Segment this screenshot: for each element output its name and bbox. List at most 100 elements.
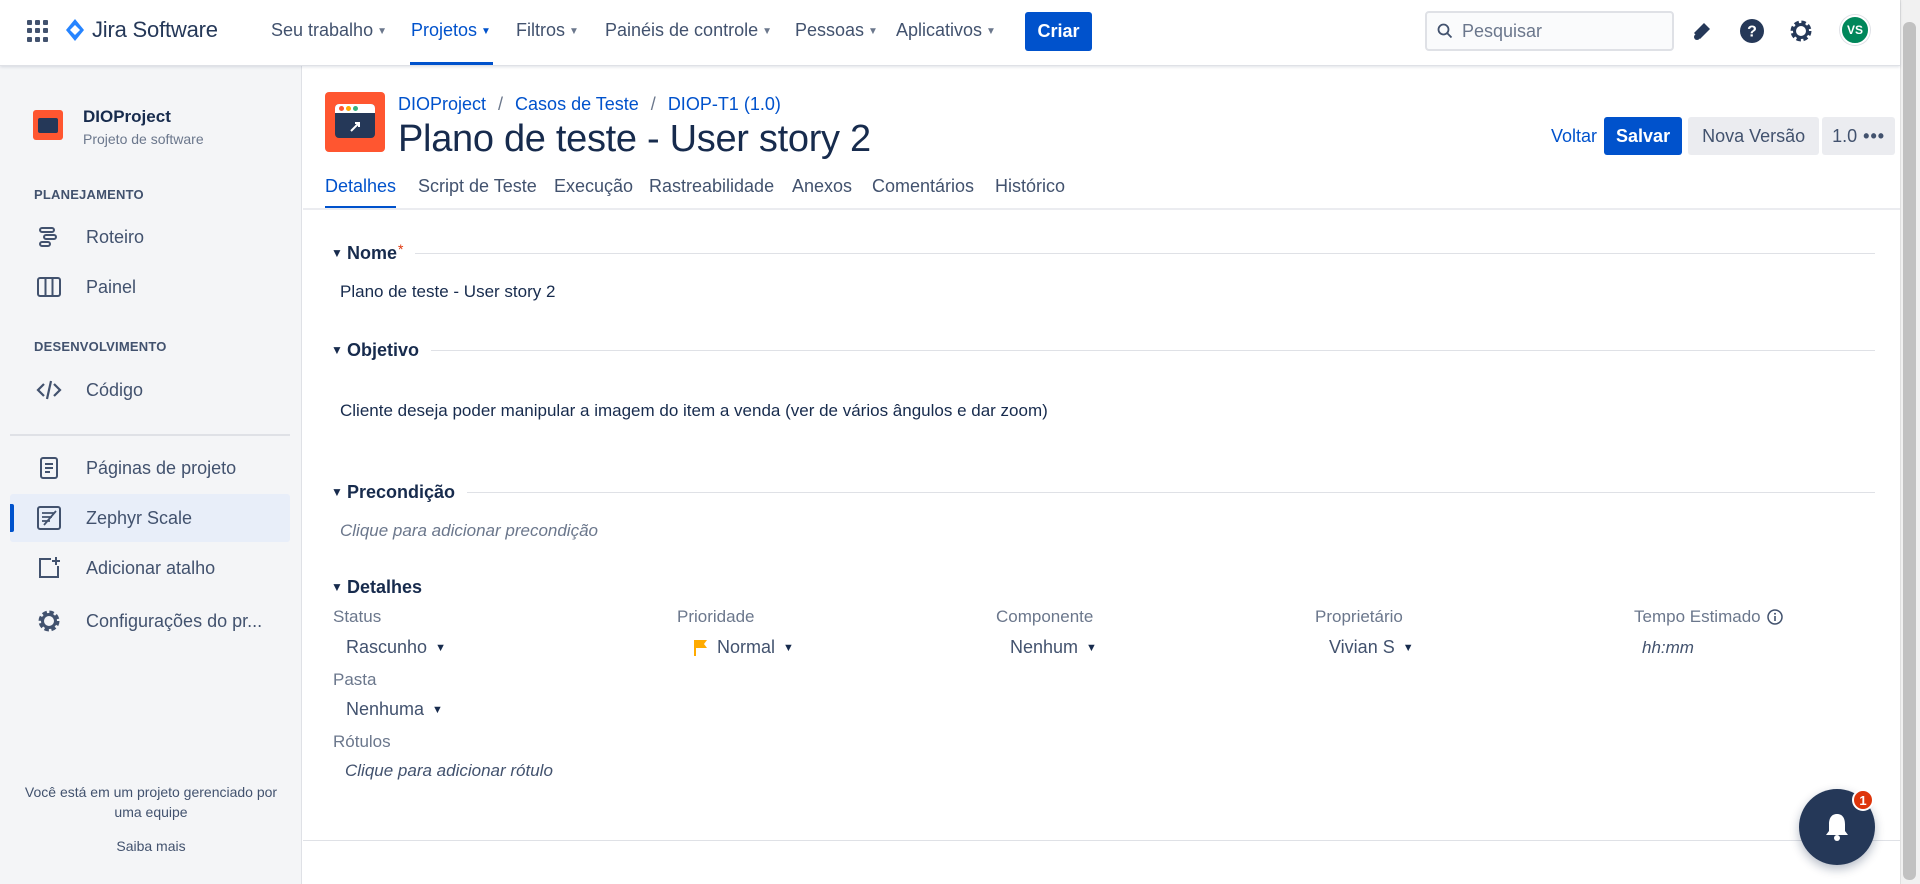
active-nav-indicator: [410, 62, 493, 65]
section-header[interactable]: ▼ Nome *: [325, 241, 1875, 265]
version-menu-button[interactable]: 1.0 •••: [1822, 117, 1896, 155]
status-select[interactable]: Rascunho ▼: [346, 637, 446, 658]
sidebar-item-roteiro[interactable]: Roteiro: [10, 213, 290, 261]
breadcrumb-test-case-key[interactable]: DIOP-T1 (1.0): [668, 94, 781, 115]
sidebar-item-codigo[interactable]: Código: [10, 366, 290, 414]
search-box[interactable]: [1425, 11, 1674, 51]
help-icon[interactable]: ?: [1738, 17, 1766, 45]
scrollbar-thumb[interactable]: [1903, 22, 1916, 880]
folder-select[interactable]: Nenhuma ▼: [346, 699, 443, 720]
tab-detalhes[interactable]: Detalhes: [325, 176, 396, 197]
question-icon: ?: [1740, 19, 1764, 43]
nav-pessoas[interactable]: Pessoas ▼: [795, 20, 878, 41]
add-shortcut-icon: [34, 553, 64, 583]
nav-aplicativos[interactable]: Aplicativos ▼: [896, 20, 996, 41]
project-avatar-icon[interactable]: [33, 110, 63, 140]
save-button[interactable]: Salvar: [1604, 117, 1683, 155]
nav-label: Pessoas: [795, 20, 865, 40]
nav-label: Painéis de controle: [605, 20, 759, 40]
zephyr-icon: [34, 503, 64, 533]
sidebar-item-painel[interactable]: Painel: [10, 263, 290, 311]
back-link[interactable]: Voltar: [1551, 126, 1597, 147]
breadcrumb-separator: /: [650, 94, 656, 114]
chevron-down-icon: ▼: [569, 26, 579, 37]
gear-icon: [1790, 20, 1812, 42]
roadmap-icon: [34, 222, 64, 252]
tab-historico[interactable]: Histórico: [995, 176, 1065, 197]
apps-grid-icon[interactable]: [27, 20, 49, 42]
settings-icon[interactable]: [1787, 17, 1815, 45]
objective-field[interactable]: Cliente deseja poder manipular a imagem …: [340, 401, 1048, 421]
jira-logo[interactable]: Jira Software: [64, 17, 218, 43]
nav-filtros[interactable]: Filtros ▼: [516, 20, 579, 41]
section-header[interactable]: ▼ Precondição: [325, 480, 1875, 504]
sidebar-item-paginas[interactable]: Páginas de projeto: [10, 444, 290, 492]
info-icon[interactable]: [1766, 609, 1783, 625]
breadcrumb-project[interactable]: DIOProject: [398, 94, 486, 115]
component-select[interactable]: Nenhum ▼: [1010, 637, 1097, 658]
new-version-button[interactable]: Nova Versão: [1688, 117, 1820, 155]
name-field[interactable]: Plano de teste - User story 2: [340, 282, 555, 302]
nav-seu-trabalho[interactable]: Seu trabalho ▼: [271, 20, 387, 41]
jira-diamond-icon: [66, 19, 84, 41]
notification-count-badge: 1: [1852, 789, 1874, 811]
notifications-icon[interactable]: [1688, 17, 1716, 45]
owner-select[interactable]: Vivian S ▼: [1329, 637, 1414, 658]
section-precondicao: ▼ Precondição: [325, 480, 1875, 504]
chevron-down-icon: ▼: [868, 26, 878, 37]
code-icon: [34, 375, 64, 405]
sidebar-item-configuracoes[interactable]: Configurações do pr...: [10, 597, 290, 645]
rocket-icon: [350, 122, 360, 132]
header-actions: Voltar Salvar Nova Versão 1.0 •••: [1551, 117, 1896, 155]
section-header[interactable]: ▼ Detalhes: [325, 575, 1875, 599]
learn-more-link[interactable]: Saiba mais: [0, 838, 302, 854]
priority-flag-icon: [694, 639, 707, 656]
section-title: Precondição: [347, 481, 456, 502]
section-detalhes: ▼ Detalhes: [325, 575, 1875, 599]
main-content: DIOProject / Casos de Teste / DIOP-T1 (1…: [303, 66, 1900, 884]
nav-projetos[interactable]: Projetos ▼: [411, 20, 491, 41]
section-dev-title: DESENVOLVIMENTO: [34, 339, 167, 354]
tab-rastreabilidade[interactable]: Rastreabilidade: [649, 176, 774, 197]
sidebar-item-zephyr[interactable]: Zephyr Scale: [10, 494, 290, 542]
nav-label: Seu trabalho: [271, 20, 374, 40]
priority-value: Normal: [717, 637, 776, 657]
tab-anexos[interactable]: Anexos: [792, 176, 852, 197]
precondition-field[interactable]: Clique para adicionar precondição: [340, 521, 598, 541]
more-icon: •••: [1863, 125, 1886, 146]
estimated-time-input[interactable]: hh:mm: [1642, 638, 1694, 658]
sidebar-item-label: Configurações do pr...: [86, 610, 263, 631]
tab-script-de-teste[interactable]: Script de Teste: [418, 176, 537, 197]
chevron-down-icon: ▼: [783, 641, 794, 654]
create-button[interactable]: Criar: [1025, 12, 1092, 51]
search-input[interactable]: [1462, 20, 1662, 42]
board-icon: [34, 272, 64, 302]
sidebar-item-adicionar-atalho[interactable]: Adicionar atalho: [10, 544, 290, 592]
nav-paineis[interactable]: Painéis de controle ▼: [605, 20, 772, 41]
component-value: Nenhum: [1010, 637, 1079, 657]
chevron-down-icon: ▼: [1402, 641, 1414, 654]
priority-select[interactable]: Normal ▼: [693, 637, 794, 658]
brand-name: Jira Software: [92, 17, 218, 42]
footer-text-line2: uma equipe: [114, 804, 188, 820]
chevron-down-icon: ▼: [986, 26, 996, 37]
user-avatar[interactable]: VS: [1840, 15, 1870, 45]
megaphone-icon: [1694, 23, 1710, 40]
section-header[interactable]: ▼ Objetivo: [325, 338, 1875, 362]
top-navigation: Jira Software Seu trabalho ▼ Projetos ▼ Fi…: [0, 0, 1900, 66]
chevron-down-icon: ▼: [377, 26, 387, 37]
content-bottom-divider: [303, 840, 1900, 841]
tab-comentarios[interactable]: Comentários: [872, 176, 974, 197]
nav-label: Projetos: [411, 20, 478, 40]
project-name[interactable]: DIOProject: [83, 107, 171, 127]
section-title: Detalhes: [347, 576, 423, 597]
chevron-down-icon: ▼: [762, 26, 773, 37]
breadcrumb-test-cases[interactable]: Casos de Teste: [515, 94, 639, 115]
component-label: Componente: [996, 607, 1094, 626]
section-planning-title: PLANEJAMENTO: [34, 187, 144, 202]
sidebar-item-label: Roteiro: [86, 226, 145, 247]
labels-input[interactable]: Clique para adicionar rótulo: [345, 761, 553, 781]
collapse-caret-icon: ▼: [331, 246, 343, 260]
tab-execucao[interactable]: Execução: [554, 176, 633, 197]
page-title: Plano de teste - User story 2: [398, 118, 871, 160]
